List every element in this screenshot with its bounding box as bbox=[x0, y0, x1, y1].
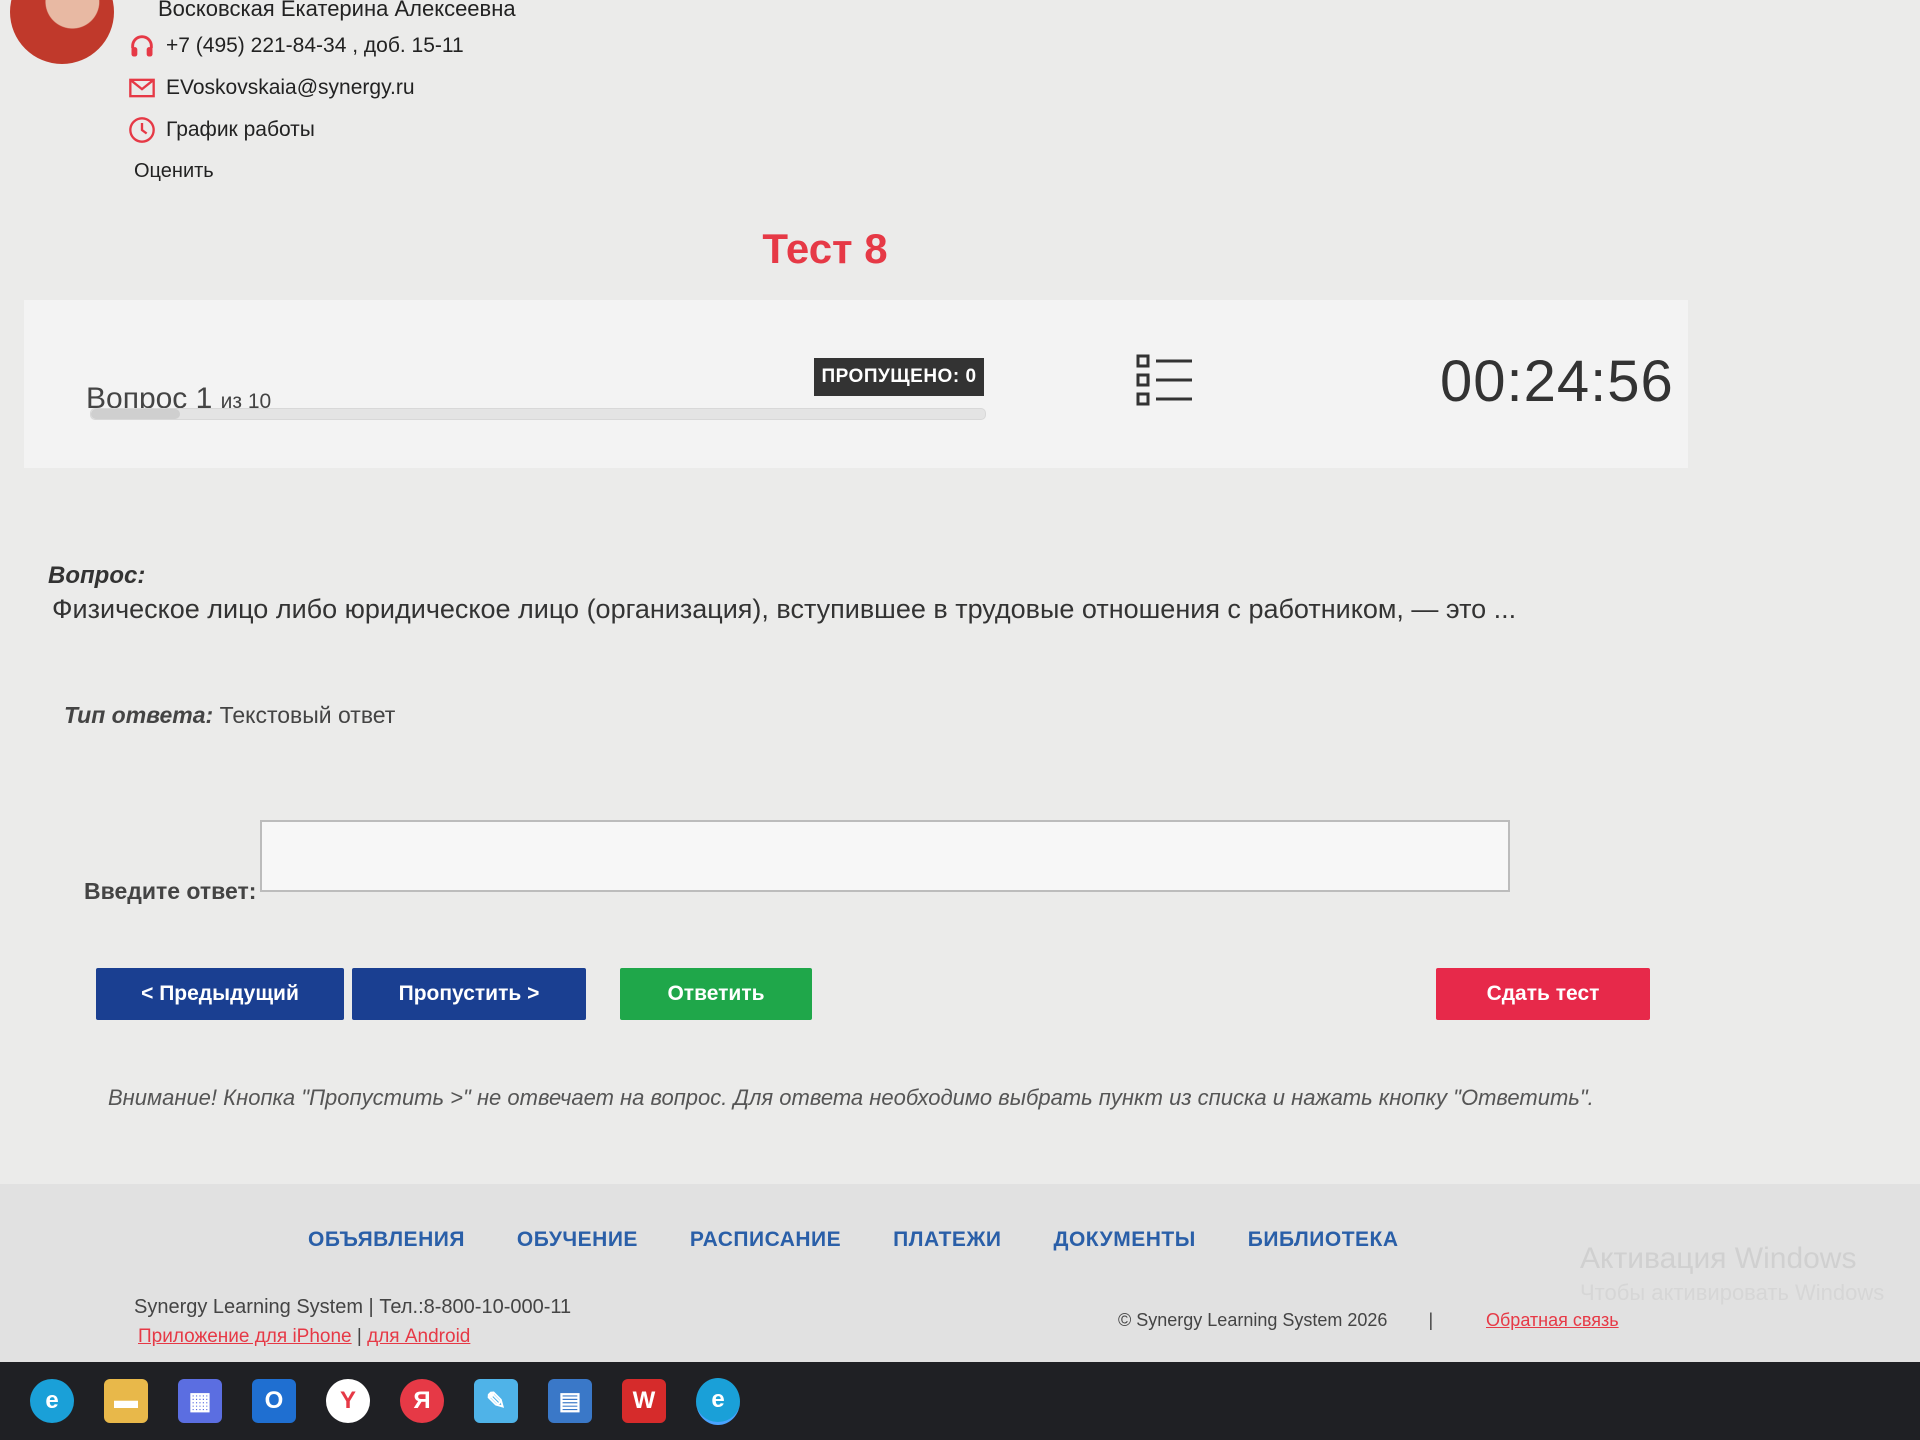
skipped-badge: ПРОПУЩЕНО: 0 bbox=[814, 358, 984, 396]
yandex-browser-icon[interactable]: Y bbox=[326, 1379, 370, 1423]
curator-phone-row: +7 (495) 221-84-34 , доб. 15-11 bbox=[128, 32, 464, 60]
footer-separator: | bbox=[1428, 1310, 1434, 1330]
outlook-icon[interactable]: O bbox=[252, 1379, 296, 1423]
footer: ОБЪЯВЛЕНИЯ ОБУЧЕНИЕ РАСПИСАНИЕ ПЛАТЕЖИ Д… bbox=[0, 1184, 1920, 1362]
windows-taskbar: e ▬ ▦ O Y Я ✎ ▤ W e bbox=[0, 1362, 1920, 1440]
curator-email-row: EVoskovskaia@synergy.ru bbox=[128, 74, 415, 102]
answer-label: Введите ответ: bbox=[84, 878, 257, 904]
curator-block: Восковская Екатерина Алексеевна +7 (495)… bbox=[0, 0, 560, 200]
test-progress-panel: Вопрос 1 из 10 ПРОПУЩЕНО: 0 00:24:56 bbox=[24, 300, 1688, 468]
curator-phone: +7 (495) 221-84-34 , доб. 15-11 bbox=[166, 34, 464, 57]
calculator-icon[interactable]: ▤ bbox=[548, 1379, 592, 1423]
wps-office-icon[interactable]: W bbox=[622, 1379, 666, 1423]
question-text: Физическое лицо либо юридическое лицо (о… bbox=[52, 594, 1517, 624]
rate-link[interactable]: Оценить bbox=[134, 160, 214, 183]
edge-icon[interactable]: e bbox=[30, 1379, 74, 1423]
countdown-timer: 00:24:56 bbox=[1440, 349, 1674, 414]
footer-info: Synergy Learning System | Тел.:8-800-10-… bbox=[134, 1296, 572, 1318]
footer-nav-documents[interactable]: ДОКУМЕНТЫ bbox=[1054, 1228, 1196, 1252]
answer-type-label: Тип ответа: bbox=[64, 702, 214, 728]
copyright-text: © Synergy Learning System 2026 bbox=[1118, 1310, 1388, 1330]
footer-nav-schedule[interactable]: РАСПИСАНИЕ bbox=[690, 1228, 841, 1252]
footer-nav-announcements[interactable]: ОБЪЯВЛЕНИЯ bbox=[308, 1228, 465, 1252]
windows-activation-subtext: Чтобы активировать Windows bbox=[1580, 1280, 1885, 1305]
iphone-app-link[interactable]: Приложение для iPhone bbox=[138, 1326, 352, 1347]
curator-avatar bbox=[10, 0, 114, 64]
footer-apps: Приложение для iPhone | для Android bbox=[138, 1326, 471, 1347]
notepad-icon[interactable]: ✎ bbox=[474, 1379, 518, 1423]
question-list-icon[interactable] bbox=[1136, 354, 1194, 406]
footer-copyright: © Synergy Learning System 2026 | bbox=[1118, 1310, 1433, 1331]
curator-name: Восковская Екатерина Алексеевна bbox=[158, 0, 516, 21]
footer-nav-payments[interactable]: ПЛАТЕЖИ bbox=[893, 1228, 1001, 1252]
footer-nav-learning[interactable]: ОБУЧЕНИЕ bbox=[517, 1228, 638, 1252]
headset-icon bbox=[131, 35, 153, 57]
question-label: Вопрос: bbox=[48, 562, 146, 589]
yandex-icon[interactable]: Я bbox=[400, 1379, 444, 1423]
page-title: Тест 8 bbox=[762, 225, 888, 272]
feedback-link[interactable]: Обратная связь bbox=[1486, 1310, 1619, 1331]
progress-bar-fill bbox=[91, 409, 181, 419]
skip-warning: Внимание! Кнопка "Пропустить >" не отвеч… bbox=[108, 1085, 1594, 1110]
progress-bar bbox=[90, 408, 986, 420]
skip-button[interactable]: Пропустить > bbox=[352, 968, 586, 1020]
previous-button[interactable]: < Предыдущий bbox=[96, 968, 344, 1020]
answer-input[interactable] bbox=[260, 820, 1510, 892]
answer-type-value: Текстовый ответ bbox=[219, 702, 396, 728]
file-explorer-icon[interactable]: ▬ bbox=[104, 1379, 148, 1423]
windows-activation-watermark: Активация Windows bbox=[1580, 1242, 1857, 1275]
android-app-link[interactable]: для Android bbox=[367, 1326, 470, 1347]
curator-schedule-row: График работы bbox=[128, 116, 315, 144]
answer-type: Тип ответа: Текстовый ответ bbox=[64, 702, 395, 729]
edge-active-icon[interactable]: e bbox=[696, 1377, 740, 1425]
curator-email[interactable]: EVoskovskaia@synergy.ru bbox=[166, 76, 415, 100]
clock-icon bbox=[129, 117, 155, 143]
submit-test-button[interactable]: Сдать тест bbox=[1436, 968, 1650, 1020]
footer-nav: ОБЪЯВЛЕНИЯ ОБУЧЕНИЕ РАСПИСАНИЕ ПЛАТЕЖИ Д… bbox=[308, 1228, 1399, 1252]
answer-button[interactable]: Ответить bbox=[620, 968, 812, 1020]
store-icon[interactable]: ▦ bbox=[178, 1379, 222, 1423]
mail-icon bbox=[129, 78, 155, 98]
schedule-link[interactable]: График работы bbox=[166, 118, 315, 142]
footer-nav-library[interactable]: БИБЛИОТЕКА bbox=[1248, 1228, 1399, 1252]
